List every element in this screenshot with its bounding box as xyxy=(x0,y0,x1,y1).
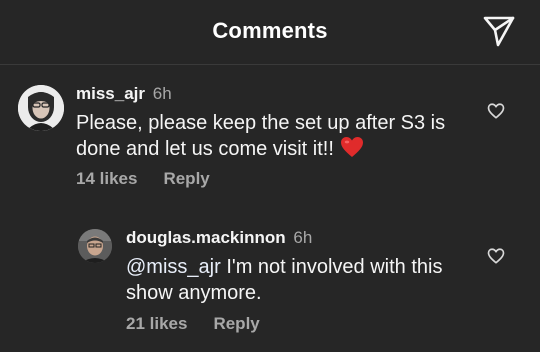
heart-outline-icon xyxy=(487,248,505,264)
like-button[interactable] xyxy=(487,247,505,265)
user-photo xyxy=(18,85,64,131)
comment-text: Please, please keep the set up after S3 … xyxy=(76,110,476,165)
timestamp: 6h xyxy=(152,84,172,103)
likes-count[interactable]: 21 likes xyxy=(126,314,187,333)
comment-body: Please, please keep the set up after S3 … xyxy=(76,112,446,160)
reply-button[interactable]: Reply xyxy=(213,314,259,333)
comment-meta: douglas.mackinnon 6h xyxy=(126,228,312,248)
paper-plane-icon xyxy=(483,16,515,47)
avatar[interactable] xyxy=(78,229,112,263)
user-photo xyxy=(78,229,112,263)
page-title: Comments xyxy=(212,18,328,43)
like-button[interactable] xyxy=(487,102,505,120)
heart-emoji xyxy=(340,136,364,165)
share-button[interactable] xyxy=(482,14,516,48)
comment-meta: miss_ajr 6h xyxy=(76,84,172,104)
username[interactable]: douglas.mackinnon xyxy=(126,228,286,247)
likes-count[interactable]: 14 likes xyxy=(76,169,137,188)
avatar[interactable] xyxy=(18,85,64,131)
comment-text: @miss_ajr I'm not involved with this sho… xyxy=(126,254,471,306)
mention-link[interactable]: @miss_ajr xyxy=(126,256,221,278)
comment-actions: 14 likes Reply xyxy=(76,169,210,189)
heart-outline-icon xyxy=(487,103,505,119)
comment-item: miss_ajr 6h Please, please keep the set … xyxy=(0,64,540,202)
username[interactable]: miss_ajr xyxy=(76,84,145,103)
timestamp: 6h xyxy=(293,228,313,247)
comments-header: Comments xyxy=(0,0,540,65)
comment-actions: 21 likes Reply xyxy=(126,314,260,334)
reply-comment-item: douglas.mackinnon 6h @miss_ajr I'm not i… xyxy=(0,212,540,348)
reply-button[interactable]: Reply xyxy=(163,169,209,188)
